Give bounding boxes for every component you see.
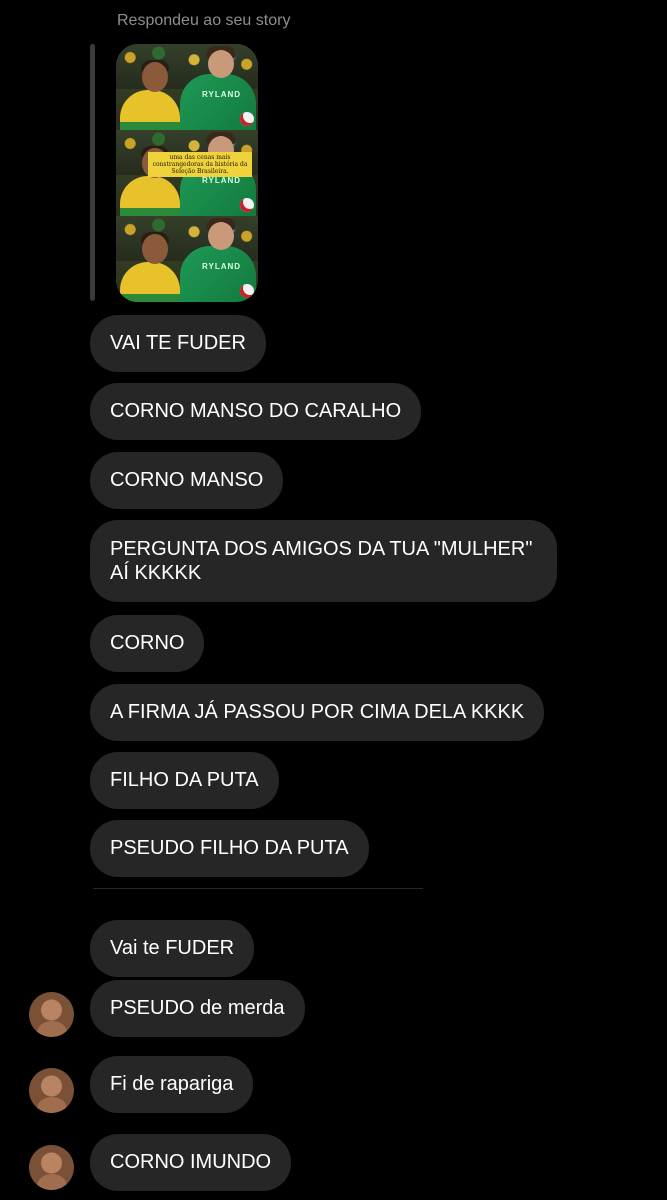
message-bubble[interactable]: PSEUDO FILHO DA PUTA: [90, 820, 369, 877]
message-bubble[interactable]: FILHO DA PUTA: [90, 752, 279, 809]
message-group-divider: [93, 888, 423, 889]
reply-quote-bar: [90, 44, 95, 301]
story-reply-header: Respondeu ao seu story: [117, 12, 291, 29]
story-photo-panel: RYLAND: [116, 44, 258, 130]
story-thumbnail[interactable]: RYLAND RYLAND RYLAND uma das cenas mais …: [116, 44, 258, 302]
jersey-name: RYLAND: [202, 176, 242, 185]
sender-avatar[interactable]: [29, 1068, 74, 1113]
message-bubble[interactable]: CORNO MANSO: [90, 452, 284, 509]
sender-avatar[interactable]: [29, 992, 74, 1037]
message-bubble[interactable]: CORNO: [90, 615, 205, 672]
message-bubble[interactable]: VAI TE FUDER: [90, 315, 266, 372]
sender-avatar[interactable]: [29, 1145, 74, 1190]
message-bubble[interactable]: PSEUDO de merda: [90, 980, 305, 1037]
message-bubble[interactable]: CORNO IMUNDO: [90, 1134, 292, 1191]
jersey-name: RYLAND: [202, 90, 242, 99]
jersey-name: RYLAND: [202, 262, 242, 271]
message-bubble[interactable]: CORNO MANSO DO CARALHO: [90, 383, 422, 440]
message-bubble[interactable]: Vai te FUDER: [90, 920, 255, 977]
message-bubble[interactable]: Fi de rapariga: [90, 1056, 254, 1113]
story-caption: uma das cenas mais constrangedoras da hi…: [148, 152, 252, 177]
story-photo-panel: RYLAND: [116, 216, 258, 302]
message-bubble[interactable]: PERGUNTA DOS AMIGOS DA TUA "MULHER" AÍ K…: [90, 520, 557, 602]
message-bubble[interactable]: A FIRMA JÁ PASSOU POR CIMA DELA KKKK: [90, 684, 545, 741]
